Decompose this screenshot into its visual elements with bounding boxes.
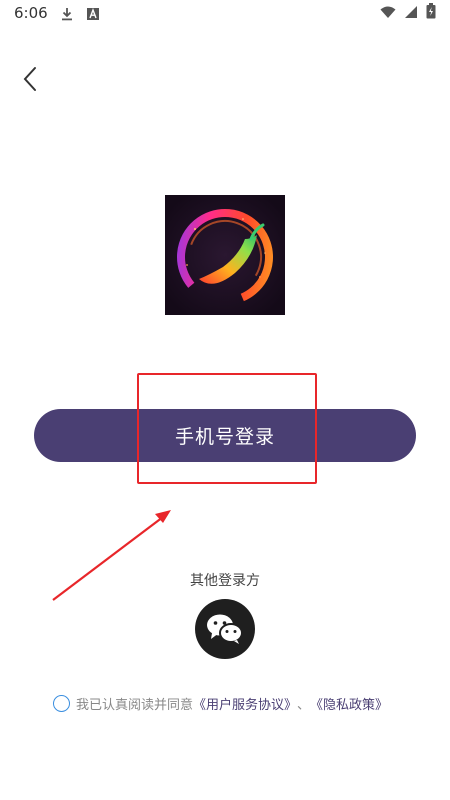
chevron-left-icon (23, 67, 36, 91)
signal-icon (404, 4, 418, 23)
agreement-checkbox[interactable] (53, 694, 70, 712)
wechat-icon (207, 614, 243, 644)
annotation-highlight-box (137, 373, 317, 484)
wifi-icon (380, 4, 396, 23)
app-logo (165, 195, 285, 315)
terms-link[interactable]: 《用户服务协议》 (193, 694, 297, 713)
other-login-label: 其他登录方 (190, 573, 260, 589)
battery-charging-icon (426, 3, 436, 23)
a-box-icon (86, 6, 100, 20)
status-bar: 6:06 (0, 0, 450, 26)
agreement-row: 我已认真阅读并同意 《用户服务协议》 、 《隐私政策》 (53, 692, 433, 714)
back-button[interactable] (16, 62, 44, 96)
download-icon (60, 6, 74, 21)
status-left: 6:06 (14, 4, 100, 22)
status-right (380, 3, 436, 23)
status-time: 6:06 (14, 4, 48, 22)
agreement-separator: 、 (297, 697, 311, 713)
login-screen: 6:06 手机号登录 其他登录方 我已认真阅读并同意 《用户服务协议》 、 《隐… (0, 0, 450, 800)
wechat-login-button[interactable] (195, 599, 255, 659)
agreement-prefix: 我已认真阅读并同意 (76, 697, 194, 713)
privacy-link[interactable]: 《隐私政策》 (310, 694, 388, 713)
